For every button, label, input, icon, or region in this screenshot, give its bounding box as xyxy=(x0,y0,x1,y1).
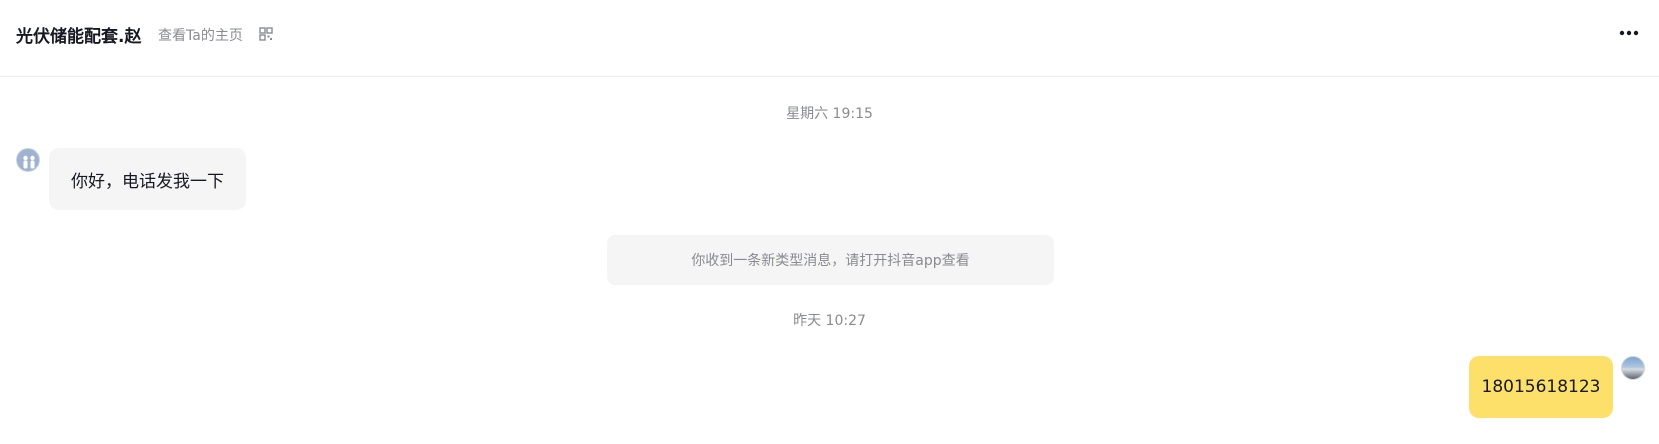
contact-avatar[interactable] xyxy=(16,148,40,172)
chat-header: 光伏储能配套.赵 查看Ta的主页 xyxy=(0,0,1659,77)
contact-avatar-image xyxy=(23,155,35,169)
outgoing-message-bubble[interactable]: 18015618123 xyxy=(1469,356,1613,418)
view-profile-link[interactable]: 查看Ta的主页 xyxy=(158,25,243,45)
own-avatar[interactable] xyxy=(1621,356,1645,380)
more-horizontal-icon[interactable] xyxy=(1618,26,1640,40)
message-timestamp: 星期六 19:15 xyxy=(786,106,873,122)
qr-code-icon[interactable] xyxy=(259,27,273,41)
incoming-message-bubble[interactable]: 你好，电话发我一下 xyxy=(49,148,246,210)
system-notice: 你收到一条新类型消息，请打开抖音app查看 xyxy=(607,235,1054,285)
chat-title: 光伏储能配套.赵 xyxy=(16,27,142,47)
message-timestamp: 昨天 10:27 xyxy=(793,313,866,329)
